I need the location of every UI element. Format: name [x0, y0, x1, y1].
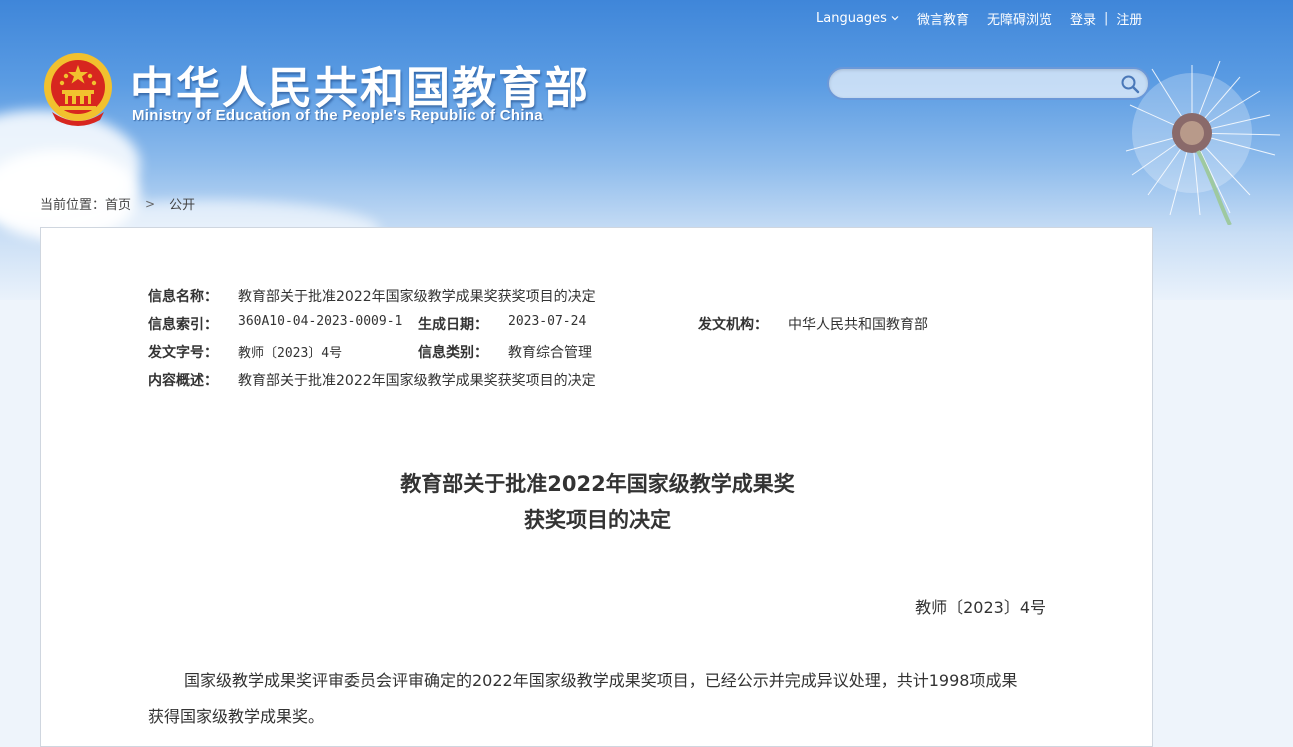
index-value: 360A10-04-2023-0009-1	[238, 314, 403, 329]
chevron-down-icon	[891, 16, 899, 21]
meta-row: 内容概述： 教育部关于批准2022年国家级教学成果奖获奖项目的决定	[148, 370, 1048, 398]
breadcrumb-home[interactable]: 首页	[105, 194, 131, 213]
breadcrumb-current[interactable]: 公开	[169, 194, 195, 213]
document-paragraph: 国家级教学成果奖评审委员会评审确定的2022年国家级教学成果奖项目，已经公示并完…	[148, 671, 1018, 726]
languages-dropdown[interactable]: Languages	[816, 11, 899, 26]
document-number: 教师〔2023〕4号	[915, 598, 1046, 617]
index-label: 信息索引：	[148, 317, 218, 333]
category-label: 信息类别：	[418, 345, 488, 361]
document-title-line: 获奖项目的决定	[524, 508, 671, 532]
document-title-line: 教育部关于批准2022年国家级教学成果奖	[400, 472, 795, 496]
article-panel: 信息名称： 教育部关于批准2022年国家级教学成果奖获奖项目的决定 信息索引： …	[40, 227, 1153, 747]
issuer-value: 中华人民共和国教育部	[788, 317, 928, 333]
date-value: 2023-07-24	[508, 314, 587, 329]
issuer-label: 发文机构：	[698, 317, 768, 333]
info-metadata: 信息名称： 教育部关于批准2022年国家级教学成果奖获奖项目的决定 信息索引： …	[148, 286, 1048, 398]
languages-label: Languages	[816, 10, 887, 26]
search-icon[interactable]	[1120, 74, 1140, 94]
top-navigation: Languages 微言教育 无障碍浏览 登录 | 注册	[816, 8, 1142, 28]
doc-no-label: 发文字号：	[148, 345, 218, 361]
accessible-browse-link[interactable]: 无障碍浏览	[987, 9, 1052, 28]
search-box	[827, 67, 1150, 100]
meta-row: 发文字号： 教师〔2023〕4号 信息类别： 教育综合管理	[148, 342, 1048, 370]
breadcrumb: 当前位置： 首页 > 公开	[40, 194, 195, 214]
info-name-label: 信息名称：	[148, 289, 218, 305]
register-link[interactable]: 注册	[1116, 9, 1142, 28]
info-name-value: 教育部关于批准2022年国家级教学成果奖获奖项目的决定	[238, 289, 596, 305]
login-link[interactable]: 登录	[1070, 9, 1096, 28]
summary-label: 内容概述：	[148, 373, 218, 389]
doc-no-value: 教师〔2023〕4号	[238, 346, 343, 361]
document-title: 教育部关于批准2022年国家级教学成果奖 获奖项目的决定	[41, 466, 1154, 538]
meta-row: 信息名称： 教育部关于批准2022年国家级教学成果奖获奖项目的决定	[148, 286, 1048, 314]
date-label: 生成日期：	[418, 317, 488, 333]
summary-value: 教育部关于批准2022年国家级教学成果奖获奖项目的决定	[238, 373, 596, 389]
breadcrumb-arrow-icon: >	[145, 196, 156, 211]
category-value: 教育综合管理	[508, 345, 592, 361]
nav-separator: |	[1103, 10, 1109, 26]
meta-row: 信息索引： 360A10-04-2023-0009-1 生成日期： 2023-0…	[148, 314, 1048, 342]
weiyan-education-link[interactable]: 微言教育	[917, 9, 969, 28]
breadcrumb-prefix: 当前位置：	[40, 198, 106, 213]
site-subtitle: Ministry of Education of the People's Re…	[132, 107, 543, 124]
national-emblem-icon	[44, 53, 112, 126]
search-input[interactable]	[841, 73, 1115, 97]
